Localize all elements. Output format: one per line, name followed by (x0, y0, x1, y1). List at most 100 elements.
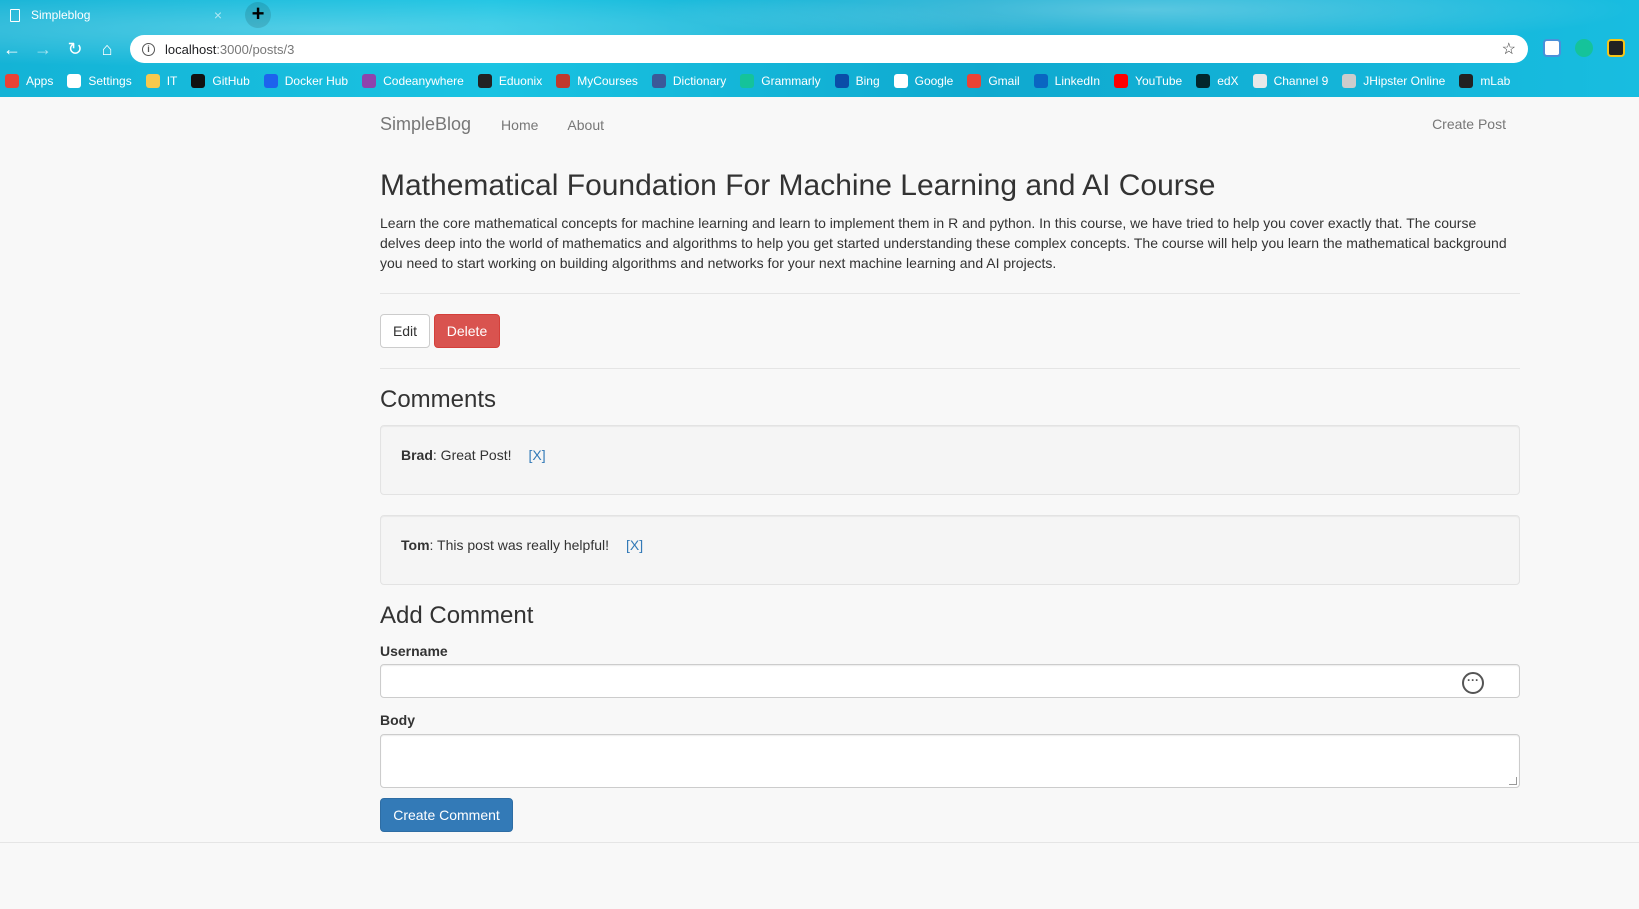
browser-tab[interactable]: Simpleblog × (0, 0, 236, 30)
footer-divider (0, 842, 1639, 843)
bookmark-item[interactable]: MyCourses (556, 74, 638, 88)
bookmark-label: IT (166, 74, 178, 88)
bookmark-item[interactable]: Settings (67, 74, 132, 88)
resize-handle-icon[interactable] (1509, 777, 1517, 785)
info-icon[interactable]: i (142, 42, 155, 56)
bookmark-item[interactable]: Channel 9 (1252, 74, 1329, 88)
bookmark-label: YouTube (1135, 74, 1183, 88)
bookmark-label: Gmail (988, 74, 1020, 88)
bookmark-item[interactable]: Docker Hub (263, 74, 349, 88)
reload-icon[interactable]: ↻ (63, 37, 87, 61)
folder-icon (145, 74, 160, 88)
google-icon (893, 74, 908, 88)
bookmark-label: Apps (26, 74, 54, 88)
eduonix-icon (477, 74, 492, 88)
gmail-icon (967, 74, 982, 88)
bookmark-item[interactable]: Bing (834, 74, 880, 88)
bookmark-label: Channel 9 (1273, 74, 1329, 88)
comment-card: Brad: Great Post! [X] (380, 425, 1520, 495)
comment-card: Tom: This post was really helpful! [X] (380, 515, 1520, 585)
bookmark-label: Google (914, 74, 954, 88)
mycourses-icon (556, 74, 571, 88)
close-tab-icon[interactable]: × (214, 7, 222, 23)
password-manager-icon[interactable] (1462, 672, 1484, 694)
tab-title: Simpleblog (31, 8, 91, 22)
bookmark-item[interactable]: edX (1196, 74, 1239, 88)
forward-arrow-icon[interactable]: → (31, 37, 55, 61)
extension-shield-icon[interactable] (1543, 39, 1561, 57)
codeanywhere-icon (362, 74, 377, 88)
dictionary-icon (651, 74, 666, 88)
new-tab-button[interactable]: + (245, 2, 271, 28)
edit-button[interactable]: Edit (380, 314, 430, 348)
back-arrow-icon[interactable]: ← (0, 37, 24, 61)
add-comment-heading: Add Comment (380, 602, 534, 629)
apps-grid-icon (5, 74, 19, 88)
browser-chrome: Simpleblog × + ← → ↻ ⌂ i localhost:3000/… (0, 0, 1639, 97)
delete-comment-link[interactable]: [X] (529, 447, 546, 463)
linkedin-icon (1033, 74, 1048, 88)
bookmark-item[interactable]: GitHub (191, 74, 250, 88)
body-textarea[interactable] (380, 734, 1520, 788)
youtube-icon (1114, 74, 1129, 88)
bookmark-item[interactable]: Eduonix (477, 74, 543, 88)
comment-body: : This post was really helpful! (429, 537, 610, 553)
bookmark-item[interactable]: LinkedIn (1033, 74, 1101, 88)
grammarly-icon (740, 74, 755, 88)
comments-heading: Comments (380, 386, 497, 413)
channel9-icon (1252, 74, 1267, 88)
extension-check-icon[interactable] (1607, 39, 1625, 57)
comment-body: : Great Post! (432, 447, 512, 463)
bookmark-item[interactable]: Dictionary (651, 74, 727, 88)
bookmark-item[interactable]: mLab (1459, 74, 1510, 88)
edx-icon (1196, 74, 1211, 88)
bookmark-label: Grammarly (761, 74, 821, 88)
bookmark-label: edX (1217, 74, 1239, 88)
create-comment-button[interactable]: Create Comment (380, 798, 513, 832)
nav-about-link[interactable]: About (567, 117, 604, 133)
bookmark-item[interactable]: Google (893, 74, 954, 88)
home-icon[interactable]: ⌂ (95, 37, 119, 61)
brand-link[interactable]: SimpleBlog (380, 114, 471, 135)
bookmark-label: Dictionary (672, 74, 727, 88)
grammarly-extension-icon[interactable] (1575, 39, 1593, 57)
bookmark-item[interactable]: Apps (5, 74, 53, 88)
comment-author: Tom (401, 537, 430, 553)
delete-comment-link[interactable]: [X] (626, 537, 643, 553)
post-body: Learn the core mathematical concepts for… (380, 215, 1507, 271)
delete-button[interactable]: Delete (434, 314, 500, 348)
site-navbar: SimpleBlog Home About Create Post (380, 97, 1520, 152)
username-label: Username (380, 643, 448, 659)
bookmark-item[interactable]: YouTube (1114, 74, 1182, 88)
bookmark-star-icon[interactable]: ☆ (1502, 39, 1516, 59)
bookmark-label: Codeanywhere (383, 74, 464, 88)
mlab-icon (1459, 74, 1474, 88)
bookmark-label: Eduonix (498, 74, 543, 88)
bookmark-label: Docker Hub (284, 74, 349, 88)
comment-text: Brad: Great Post! [X] (401, 447, 546, 463)
bookmark-item[interactable]: JHipster Online (1342, 74, 1445, 88)
body-label: Body (380, 712, 415, 728)
bookmark-item[interactable]: Codeanywhere (362, 74, 464, 88)
browser-toolbar: ← → ↻ ⌂ i localhost:3000/posts/3 ☆ (0, 33, 1639, 65)
bookmark-label: MyCourses (577, 74, 638, 88)
bookmark-label: JHipster Online (1363, 74, 1446, 88)
gear-icon (67, 74, 82, 88)
document-icon (10, 8, 20, 22)
jhipster-icon (1342, 74, 1357, 88)
comment-text: Tom: This post was really helpful! [X] (401, 537, 643, 553)
address-bar[interactable]: i localhost:3000/posts/3 ☆ (130, 35, 1528, 63)
nav-home-link[interactable]: Home (501, 117, 538, 133)
bookmark-label: Bing (855, 74, 880, 88)
create-post-link[interactable]: Create Post (1432, 116, 1506, 132)
main-container: SimpleBlog Home About Create Post Mathem… (380, 97, 1520, 832)
bookmark-item[interactable]: Grammarly (740, 74, 821, 88)
bookmark-item[interactable]: Gmail (967, 74, 1020, 88)
bookmark-label: mLab (1480, 74, 1511, 88)
bookmark-item[interactable]: IT (145, 74, 178, 88)
url-host: localhost (165, 41, 217, 57)
url-path: :3000/posts/3 (216, 41, 295, 57)
tab-strip: Simpleblog × + (0, 0, 1639, 30)
bookmark-label: LinkedIn (1054, 74, 1101, 88)
username-input[interactable] (380, 664, 1520, 698)
